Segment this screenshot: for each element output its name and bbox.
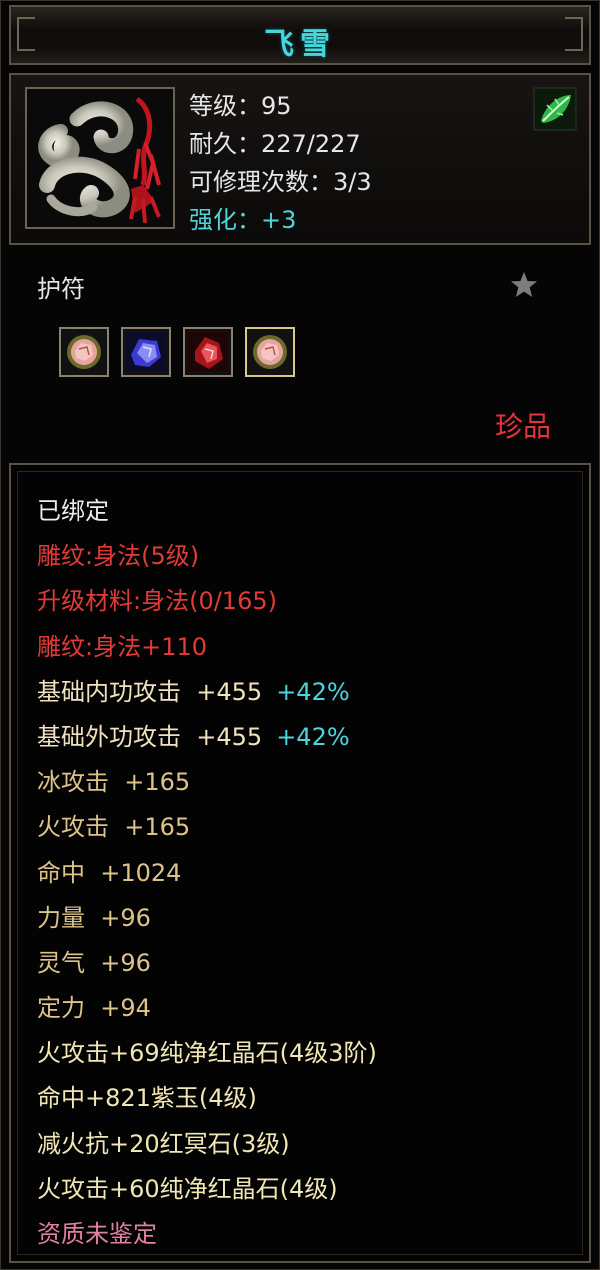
property-bonus-percent: +42% bbox=[276, 677, 350, 706]
property-line: 命中 +1024 bbox=[37, 851, 377, 896]
item-name: 飞雪 bbox=[264, 27, 336, 62]
property-text: 雕纹:身法(5级) bbox=[37, 542, 200, 571]
jade-amulet-icon bbox=[25, 87, 175, 229]
property-text: 火攻击+60纯净红晶石(4级) bbox=[37, 1174, 338, 1203]
property-line: 雕纹:身法(5级) bbox=[37, 534, 377, 579]
red-crystal-gem-icon[interactable] bbox=[183, 327, 233, 377]
item-header: 等级：95 耐久：227/227 可修理次数：3/3 强化：+3 bbox=[9, 73, 591, 245]
property-text: 命中 +1024 bbox=[37, 858, 182, 887]
property-text: 火攻击 +165 bbox=[37, 813, 191, 842]
green-leaf-icon bbox=[533, 87, 577, 131]
property-line: 灵气 +96 bbox=[37, 941, 377, 986]
property-text: 火攻击+69纯净红晶石(4级3阶) bbox=[37, 1039, 377, 1068]
property-text: 基础内功攻击 +455 bbox=[37, 677, 263, 706]
property-line: 定力 +94 bbox=[37, 986, 377, 1031]
property-line: 资质未鉴定 bbox=[37, 1212, 377, 1257]
item-tooltip: 飞雪 等级：95 耐久：227/227 可修理次数：3/3 强化：+3 护符 珍… bbox=[0, 0, 600, 1270]
property-text: 已绑定 bbox=[37, 497, 109, 525]
repair-count-stat: 可修理次数：3/3 bbox=[189, 168, 372, 196]
properties-panel: 已绑定雕纹:身法(5级) 升级材料:身法(0/165) 雕纹:身法+110 基础内功攻… bbox=[9, 463, 591, 1263]
item-type: 护符 bbox=[37, 275, 85, 303]
property-list: 已绑定雕纹:身法(5级) 升级材料:身法(0/165) 雕纹:身法+110 基础内功攻… bbox=[37, 489, 377, 1257]
property-text: 灵气 +96 bbox=[37, 948, 151, 977]
pink-crystal-gem-icon[interactable] bbox=[59, 327, 109, 377]
title-bar: 飞雪 bbox=[9, 5, 591, 65]
property-line: 减火抗+20红冥石(3级) bbox=[37, 1122, 377, 1167]
property-line: 冰攻击 +165 bbox=[37, 760, 377, 805]
rarity-label: 珍品 bbox=[494, 410, 551, 443]
property-line: 升级材料:身法(0/165) bbox=[37, 579, 377, 624]
star-icon[interactable] bbox=[508, 269, 540, 301]
property-line: 火攻击+69纯净红晶石(4级3阶) bbox=[37, 1031, 377, 1076]
property-text: 资质未鉴定 bbox=[37, 1220, 157, 1248]
property-text: 减火抗+20红冥石(3级) bbox=[37, 1129, 290, 1158]
property-line: 雕纹:身法+110 bbox=[37, 625, 377, 670]
property-line: 力量 +96 bbox=[37, 896, 377, 941]
property-line: 已绑定 bbox=[37, 489, 377, 534]
property-text: 升级材料:身法(0/165) bbox=[37, 587, 277, 616]
property-text: 冰攻击 +165 bbox=[37, 768, 191, 797]
item-stats: 等级：95 耐久：227/227 可修理次数：3/3 强化：+3 bbox=[189, 87, 372, 239]
durability-stat: 耐久：227/227 bbox=[189, 130, 361, 158]
property-text: 基础外功攻击 +455 bbox=[37, 722, 263, 751]
property-text: 力量 +96 bbox=[37, 903, 151, 932]
property-line: 基础外功攻击 +455 +42% bbox=[37, 715, 377, 760]
property-line: 基础内功攻击 +455 +42% bbox=[37, 670, 377, 715]
property-line: 火攻击+60纯净红晶石(4级) bbox=[37, 1167, 377, 1212]
property-text: 命中+821紫玉(4级) bbox=[37, 1084, 257, 1113]
property-bonus-percent: +42% bbox=[276, 722, 350, 751]
blue-crystal-gem-icon[interactable] bbox=[121, 327, 171, 377]
enhance-stat: 强化：+3 bbox=[189, 206, 297, 234]
property-line: 命中+821紫玉(4级) bbox=[37, 1076, 377, 1121]
level-stat: 等级：95 bbox=[189, 92, 292, 120]
pink-crystal-gem-icon[interactable] bbox=[245, 327, 295, 377]
property-text: 定力 +94 bbox=[37, 994, 151, 1023]
property-text: 雕纹:身法+110 bbox=[37, 632, 208, 661]
property-line: 火攻击 +165 bbox=[37, 805, 377, 850]
